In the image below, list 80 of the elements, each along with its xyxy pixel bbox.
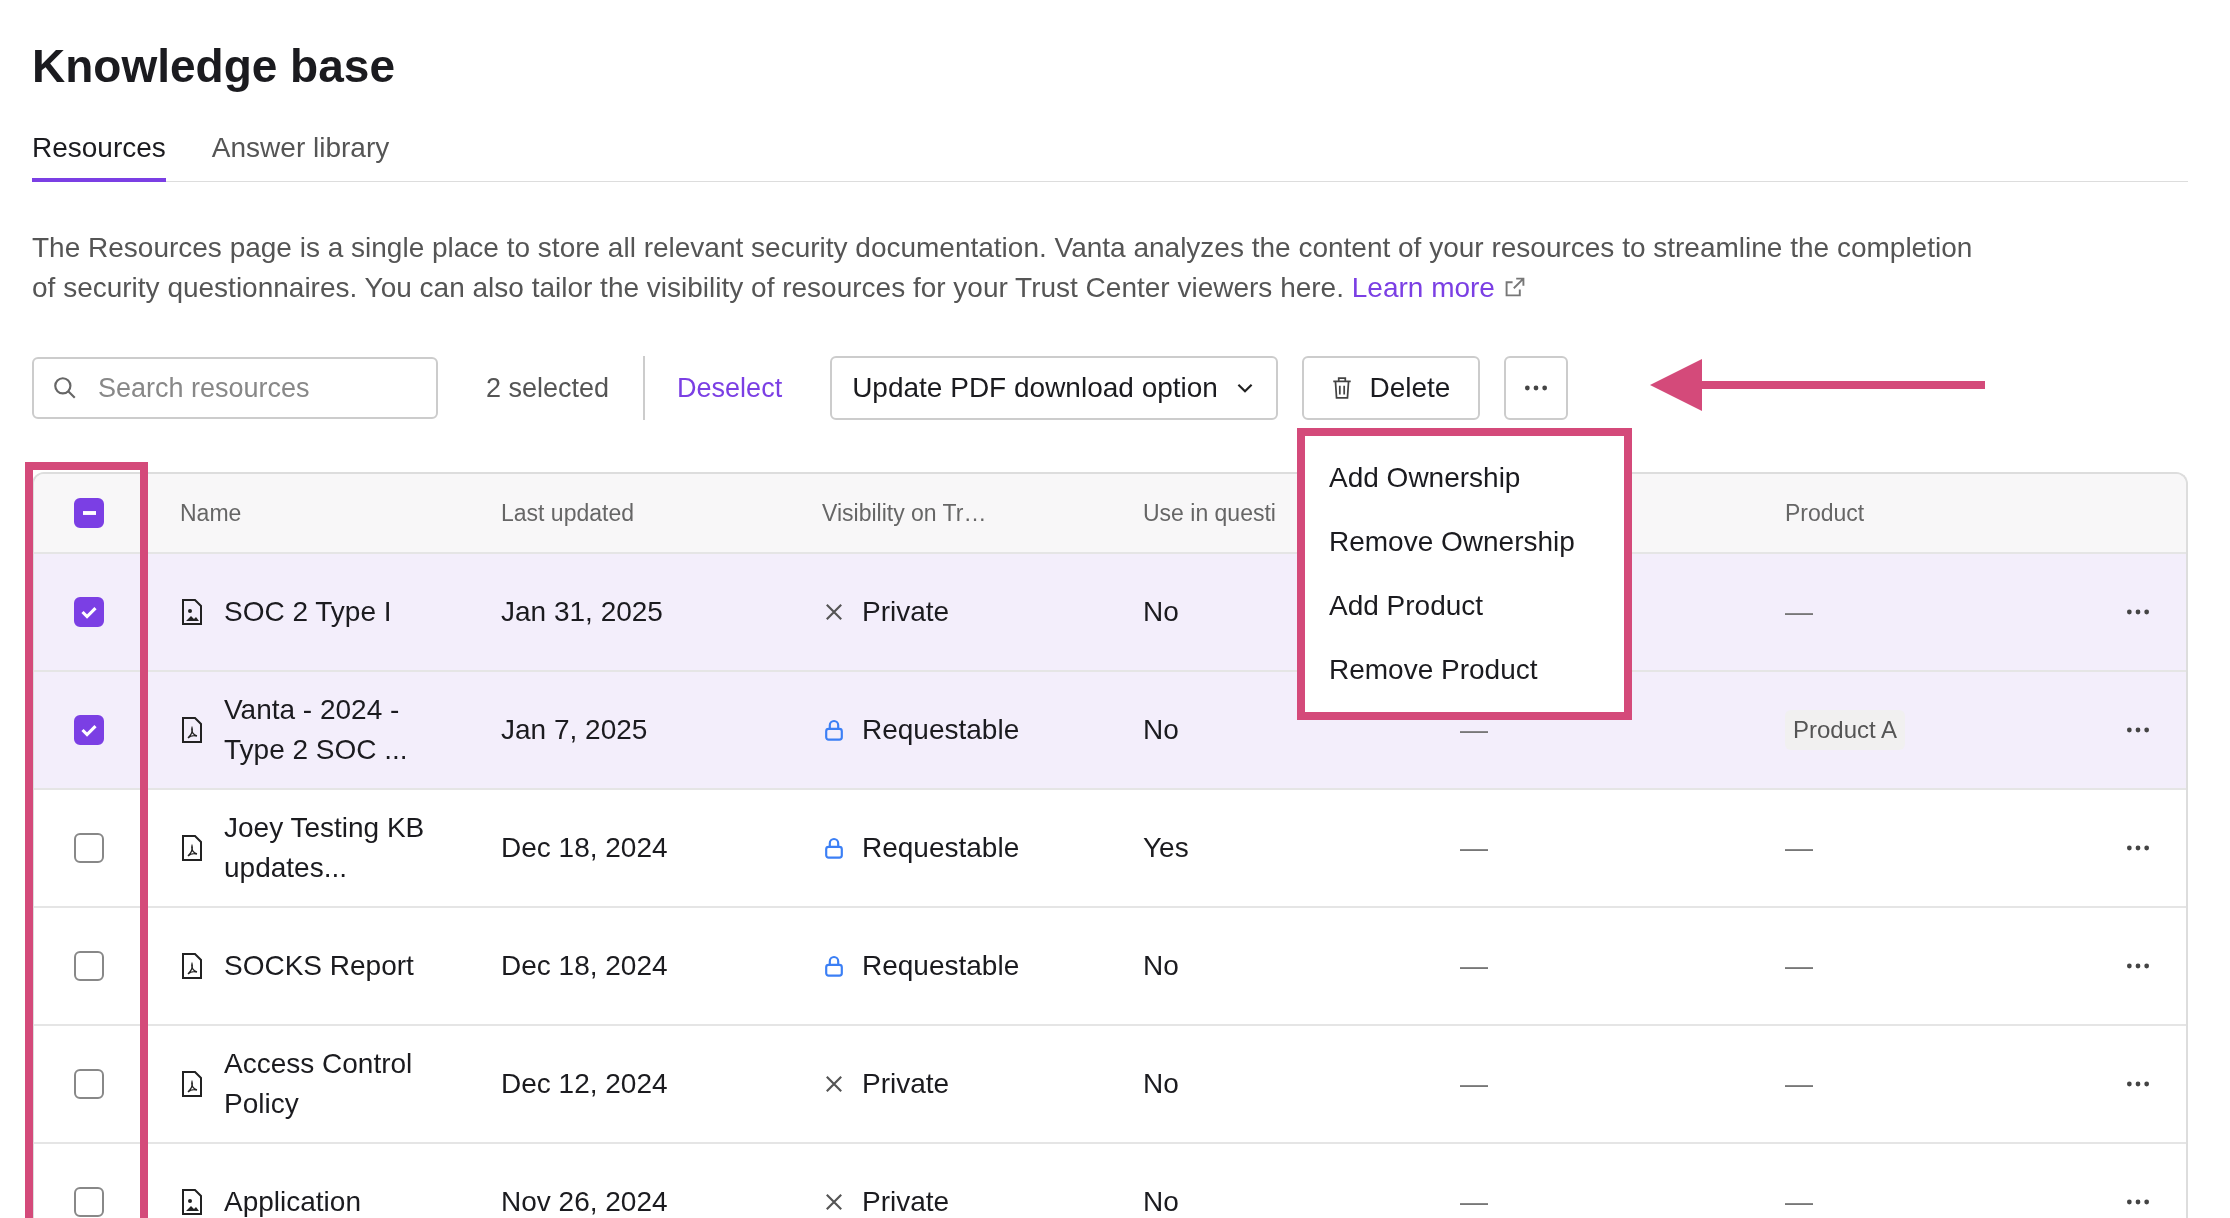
- column-header: Use in questi: [1143, 499, 1276, 527]
- pdf-file-icon: [180, 715, 204, 745]
- usage-cell: Yes: [1143, 832, 1189, 864]
- description-text: The Resources page is a single place to store all relevant security documentation. Vanta analyzes the content of your resources to streamline the completion of security questionnaires. You can also tailor the visibility of resources for your Trust Center viewers here. Learn more: [32, 231, 1974, 305]
- product-cell: —: [1785, 1186, 1813, 1218]
- row-checkbox[interactable]: [74, 597, 104, 627]
- date-cell: Dec 18, 2024: [501, 950, 668, 982]
- empty-cell: —: [1460, 1068, 1488, 1100]
- learn-more-link[interactable]: Learn more: [1351, 272, 1527, 303]
- trash-icon: [1331, 376, 1354, 400]
- menu-item[interactable]: Add Product: [1305, 574, 1624, 638]
- lock-icon: [822, 718, 846, 742]
- row-more-icon[interactable]: [2125, 608, 2151, 616]
- image-file-icon: [180, 1187, 204, 1217]
- visibility-cell: Requestable: [862, 950, 1020, 982]
- column-header: Name: [180, 499, 242, 527]
- more-icon: [1522, 384, 1549, 392]
- visibility-cell: Private: [862, 1186, 950, 1218]
- pdf-file-icon: [180, 833, 204, 863]
- pdf-file-icon: [180, 1069, 204, 1099]
- row-more-icon[interactable]: [2125, 1080, 2151, 1088]
- date-cell: Jan 31, 2025: [501, 596, 663, 628]
- menu-item[interactable]: Remove Product: [1305, 638, 1624, 702]
- product-cell: —: [1785, 596, 1813, 628]
- page-title: Knowledge base: [32, 39, 396, 94]
- row-checkbox[interactable]: [74, 715, 104, 745]
- resource-name[interactable]: Vanta - 2024 - Type 2 SOC ...: [224, 690, 429, 770]
- resource-name[interactable]: Joey Testing KB updates...: [224, 808, 429, 888]
- date-cell: Dec 18, 2024: [501, 832, 668, 864]
- deselect-link[interactable]: Deselect: [677, 372, 783, 404]
- resource-name[interactable]: SOCKS Report: [224, 946, 414, 986]
- column-header: Product: [1785, 499, 1865, 527]
- update-pdf-dropdown[interactable]: Update PDF download option: [830, 356, 1278, 420]
- empty-cell: —: [1460, 1186, 1488, 1218]
- row-checkbox[interactable]: [74, 1069, 104, 1099]
- resource-name[interactable]: Application: [224, 1182, 361, 1218]
- empty-cell: —: [1460, 950, 1488, 982]
- delete-button[interactable]: Delete: [1301, 356, 1480, 420]
- search-field[interactable]: Search resources: [32, 357, 438, 419]
- date-cell: Dec 12, 2024: [501, 1068, 668, 1100]
- product-cell: —: [1785, 832, 1813, 864]
- image-file-icon: [180, 597, 204, 627]
- tab[interactable]: Answer library: [211, 132, 390, 182]
- empty-cell: —: [1460, 714, 1488, 746]
- tab[interactable]: Resources: [32, 132, 166, 182]
- row-checkbox[interactable]: [74, 951, 104, 981]
- product-cell: —: [1785, 1068, 1813, 1100]
- date-cell: Nov 26, 2024: [501, 1186, 668, 1218]
- lock-icon: [822, 954, 846, 978]
- empty-cell: —: [1460, 832, 1488, 864]
- column-header: Last updated: [501, 499, 634, 527]
- select-all-checkbox[interactable]: [74, 498, 104, 528]
- column-header: Visibility on Tr…: [822, 499, 987, 527]
- pdf-file-icon: [180, 951, 204, 981]
- usage-cell: No: [1143, 1068, 1179, 1100]
- usage-cell: No: [1143, 1186, 1179, 1218]
- resource-name[interactable]: Access Control Policy: [224, 1044, 429, 1124]
- selection-count: 2 selected: [486, 372, 610, 404]
- resource-name[interactable]: SOC 2 Type I: [224, 592, 392, 632]
- visibility-cell: Private: [862, 1068, 950, 1100]
- usage-cell: No: [1143, 714, 1179, 746]
- menu-item[interactable]: Add Ownership: [1305, 446, 1624, 510]
- visibility-cell: Requestable: [862, 714, 1020, 746]
- usage-cell: No: [1143, 950, 1179, 982]
- product-tag: Product A: [1785, 710, 1906, 750]
- menu-item[interactable]: Remove Ownership: [1305, 510, 1624, 574]
- visibility-cell: Requestable: [862, 832, 1020, 864]
- row-checkbox[interactable]: [74, 833, 104, 863]
- row-more-icon[interactable]: [2125, 1198, 2151, 1206]
- search-icon: [52, 375, 78, 401]
- row-more-icon[interactable]: [2125, 962, 2151, 970]
- row-more-icon[interactable]: [2125, 844, 2151, 852]
- date-cell: Jan 7, 2025: [501, 714, 648, 746]
- row-checkbox[interactable]: [74, 1187, 104, 1217]
- lock-icon: [822, 836, 846, 860]
- minus-icon: [82, 511, 96, 515]
- visibility-cell: Private: [862, 596, 950, 628]
- row-more-icon[interactable]: [2125, 726, 2151, 734]
- product-cell: —: [1785, 950, 1813, 982]
- usage-cell: No: [1143, 596, 1179, 628]
